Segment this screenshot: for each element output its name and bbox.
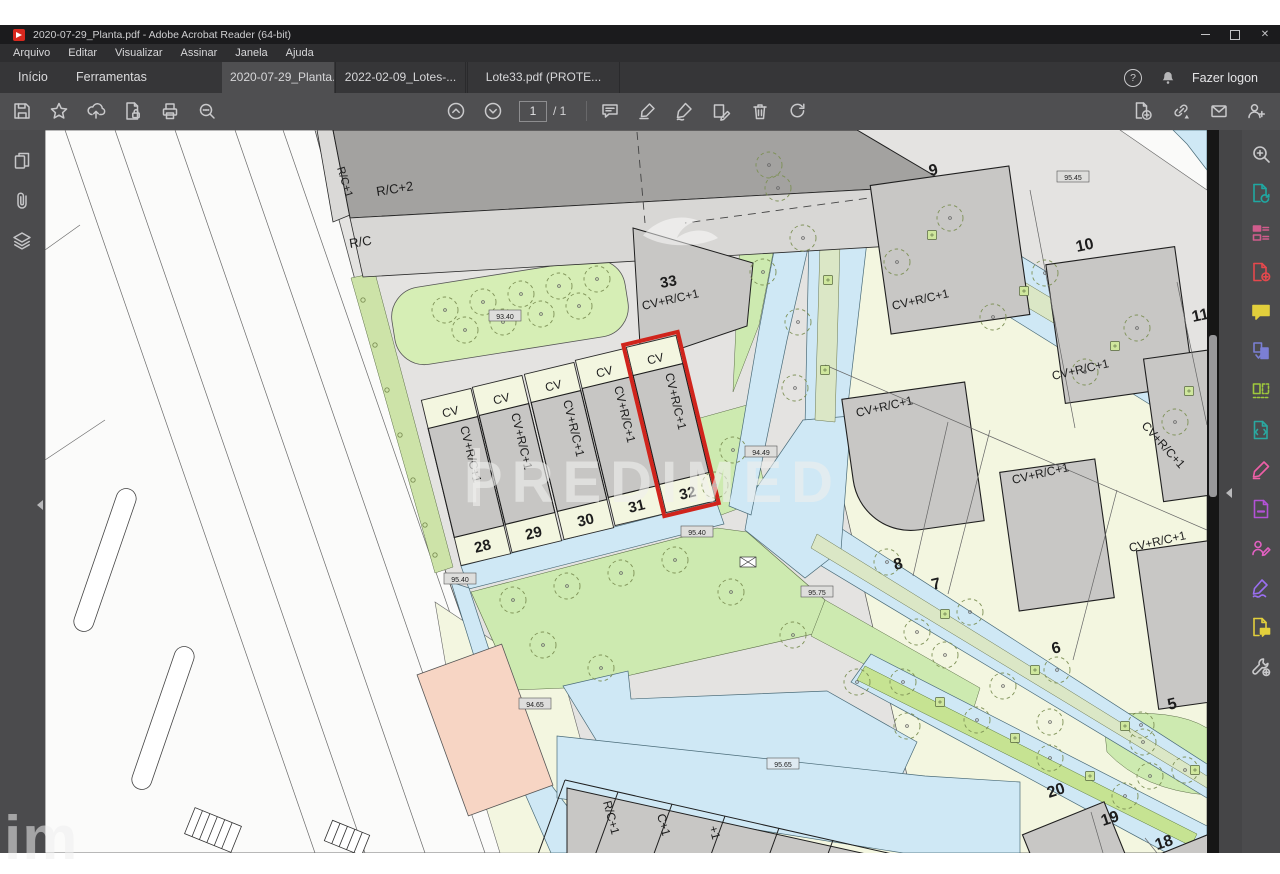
compress-pdf-icon[interactable]	[1250, 419, 1272, 441]
print-icon[interactable]	[160, 101, 180, 121]
send-comments-icon[interactable]	[1250, 616, 1272, 638]
maximize-icon	[1230, 30, 1240, 40]
fill-sign-tool-icon[interactable]	[1250, 459, 1272, 481]
corner-watermark: im	[4, 803, 78, 874]
create-pdf-icon[interactable]	[1250, 261, 1272, 283]
highlighter-icon[interactable]	[637, 101, 657, 121]
edit-pdf-icon[interactable]	[1250, 222, 1272, 244]
bell-icon[interactable]	[1160, 69, 1176, 87]
acrobat-window: 2020-07-29_Planta.pdf - Adobe Acrobat Re…	[0, 25, 1280, 853]
lot-33-number: 33	[659, 272, 678, 292]
maximize-button[interactable]	[1220, 25, 1250, 44]
expand-right-panel-arrow[interactable]	[1226, 488, 1232, 498]
comment-tool-icon[interactable]	[1250, 301, 1272, 323]
tab-ferramentas[interactable]: Ferramentas	[72, 62, 151, 93]
organize-pages-icon[interactable]	[1250, 380, 1272, 402]
page-up-icon[interactable]	[446, 101, 466, 121]
elevation-95-40-a: 95.40	[451, 577, 469, 584]
pdf-convert-icon[interactable]	[1133, 101, 1153, 121]
elevation-93-40: 93.40	[496, 314, 514, 321]
tab-document-lotes[interactable]: 2022-02-09_Lotes-...	[335, 62, 466, 93]
email-icon[interactable]	[1209, 101, 1229, 121]
fill-sign-icon[interactable]	[711, 101, 731, 121]
main-toolbar: 1 / 1	[0, 93, 1280, 131]
menu-bar: Arquivo Editar Visualizar Assinar Janela…	[0, 44, 1280, 62]
elevation-95-40-b: 95.40	[688, 530, 706, 537]
menu-editar[interactable]: Editar	[59, 44, 106, 62]
tab-document-planta[interactable]: 2020-07-29_Planta....×	[222, 62, 334, 93]
more-tools-icon[interactable]	[1250, 656, 1272, 678]
attachments-icon[interactable]	[11, 190, 33, 212]
vertical-scrollbar[interactable]	[1207, 130, 1219, 853]
sign-pen-icon[interactable]	[674, 101, 694, 121]
elevation-94-65: 94.65	[526, 702, 544, 709]
lot-10-number: 10	[1074, 236, 1095, 256]
add-user-icon[interactable]	[1246, 101, 1266, 121]
right-panel-gap	[1219, 130, 1242, 853]
title-bar: 2020-07-29_Planta.pdf - Adobe Acrobat Re…	[0, 25, 1280, 44]
menu-visualizar[interactable]: Visualizar	[106, 44, 172, 62]
export-pdf-icon[interactable]	[1250, 182, 1272, 204]
right-tools-rail	[1242, 130, 1280, 853]
svg-text:PREDIMED: PREDIMED	[464, 450, 842, 515]
window-title: 2020-07-29_Planta.pdf - Adobe Acrobat Re…	[33, 29, 291, 41]
left-panel-rail	[0, 130, 45, 853]
combine-files-icon[interactable]	[1250, 340, 1272, 362]
elevation-95-45: 95.45	[1064, 175, 1082, 182]
tab-inicio[interactable]: Início	[14, 62, 52, 93]
menu-janela[interactable]: Janela	[226, 44, 276, 62]
elevation-95-75: 95.75	[808, 590, 826, 597]
certificates-icon[interactable]	[1250, 577, 1272, 599]
tab-document-lote33[interactable]: Lote33.pdf (PROTE...	[467, 62, 620, 93]
page-number-input[interactable]: 1	[519, 101, 547, 122]
protect-pdf-icon[interactable]	[1250, 498, 1272, 520]
page-lock-icon[interactable]	[123, 101, 143, 121]
save-icon[interactable]	[12, 101, 32, 121]
sign-in-link[interactable]: Fazer logon	[1192, 71, 1258, 85]
collapse-left-panel-arrow[interactable]	[37, 500, 43, 510]
pdf-page-canvas[interactable]: CV CV+R/C+1 28 CV CV+R/C+1 29 CV	[45, 130, 1207, 853]
comment-icon[interactable]	[600, 101, 620, 121]
page-down-icon[interactable]	[483, 101, 503, 121]
minimize-icon	[1201, 34, 1210, 35]
trash-icon[interactable]	[750, 101, 770, 121]
page-thumbnails-icon[interactable]	[11, 150, 33, 172]
page-total-label: / 1	[553, 104, 566, 118]
elevation-95-65: 95.65	[774, 762, 792, 769]
minimize-button[interactable]	[1190, 25, 1220, 44]
star-icon[interactable]	[49, 101, 69, 121]
menu-arquivo[interactable]: Arquivo	[0, 44, 59, 62]
search-zoom-icon[interactable]	[197, 101, 217, 121]
toolbar-separator	[586, 101, 587, 121]
site-plan: CV CV+R/C+1 28 CV CV+R/C+1 29 CV	[45, 130, 1207, 853]
close-button[interactable]: ✕	[1250, 25, 1280, 44]
acrobat-icon	[13, 29, 25, 41]
rotate-icon[interactable]	[787, 101, 807, 121]
share-link-icon[interactable]	[1171, 101, 1191, 121]
help-icon[interactable]: ?	[1124, 69, 1142, 87]
watermark-text: PREDIMED	[464, 448, 842, 515]
menu-ajuda[interactable]: Ajuda	[277, 44, 323, 62]
lot-11-number: 11	[1190, 306, 1207, 326]
tab-bar: Início Ferramentas 2020-07-29_Planta....…	[0, 62, 1280, 93]
request-signatures-icon[interactable]	[1250, 537, 1272, 559]
search-tool-icon[interactable]	[1250, 143, 1272, 165]
layers-icon[interactable]	[11, 230, 33, 252]
scrollbar-thumb[interactable]	[1209, 335, 1217, 497]
crosswalk	[740, 557, 756, 567]
menu-assinar[interactable]: Assinar	[172, 44, 227, 62]
cloud-upload-icon[interactable]	[86, 101, 106, 121]
